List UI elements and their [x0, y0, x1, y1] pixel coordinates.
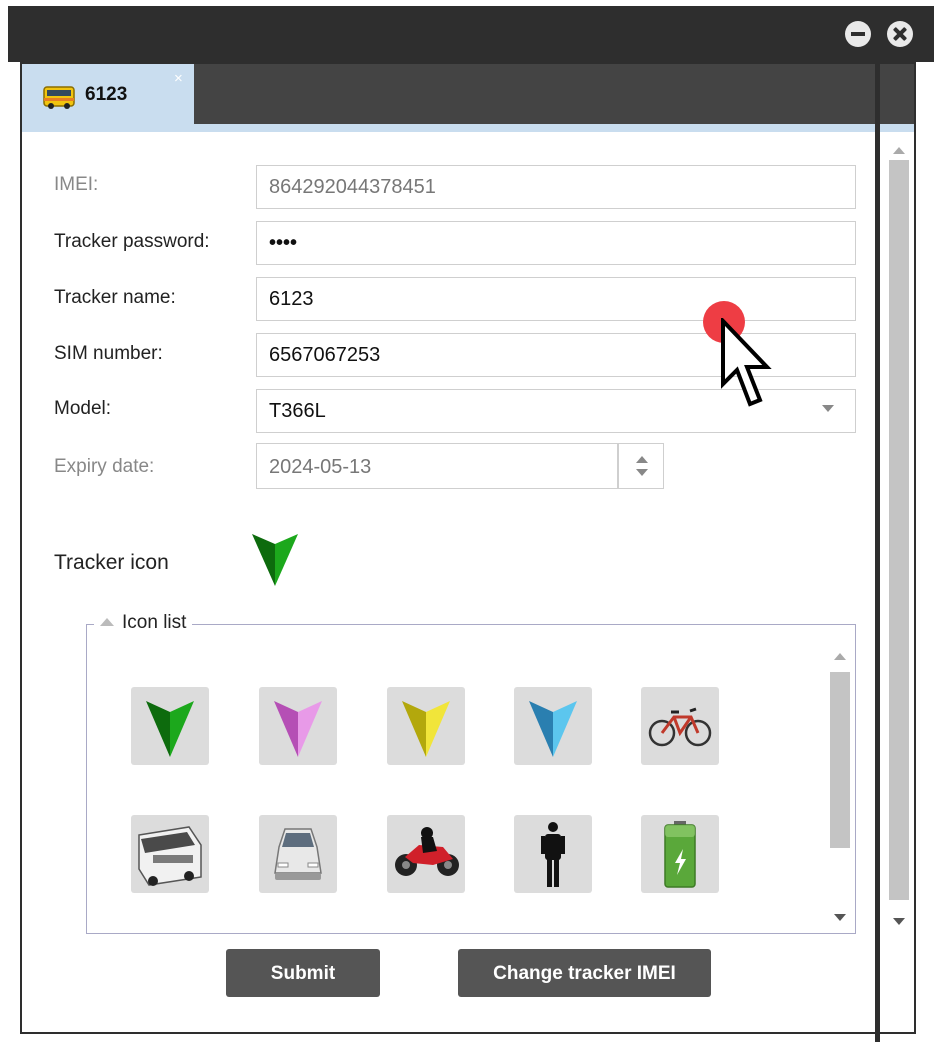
icon-list-scrollbar[interactable] — [826, 645, 854, 930]
form-scrollbar[interactable] — [886, 138, 912, 936]
sim-number-label: SIM number: — [54, 343, 163, 364]
bicycle-icon — [648, 707, 712, 747]
scroll-up-icon[interactable] — [893, 147, 905, 154]
icon-list-legend[interactable]: Icon list — [94, 612, 193, 634]
bus-icon — [43, 86, 75, 109]
tracker-name-field[interactable] — [256, 277, 856, 321]
minimize-icon[interactable] — [845, 21, 871, 47]
change-tracker-imei-button[interactable]: Change tracker IMEI — [458, 949, 711, 997]
chevron-down-icon[interactable] — [822, 405, 834, 412]
green-arrow-icon — [146, 701, 194, 757]
imei-label: IMEI: — [54, 174, 99, 195]
icon-option-car[interactable] — [259, 815, 337, 893]
car-icon — [274, 828, 322, 880]
tracker-password-field[interactable]: •••• — [256, 221, 856, 265]
yellow-arrow-icon — [402, 701, 450, 757]
icon-list-title: Icon list — [122, 612, 187, 633]
tab-close-icon[interactable]: × — [174, 70, 183, 87]
tab-tracker[interactable]: 6123 × — [22, 64, 194, 124]
tab-label: 6123 — [85, 84, 128, 105]
tracker-password-label: Tracker password: — [54, 231, 210, 252]
submit-button[interactable]: Submit — [226, 949, 380, 997]
icon-option-green-arrow[interactable] — [131, 687, 209, 765]
icon-option-motorcycle[interactable] — [387, 815, 465, 893]
green-arrow-icon — [252, 534, 298, 586]
scrollbar-thumb[interactable] — [889, 160, 909, 900]
expiry-date-field[interactable]: 2024-05-13 — [256, 443, 618, 489]
person-icon — [541, 822, 565, 887]
icon-option-bus[interactable] — [131, 815, 209, 893]
tracker-icon-label: Tracker icon — [54, 551, 169, 574]
bus-icon — [138, 826, 202, 886]
battery-icon — [664, 821, 696, 888]
window-title-bar — [8, 6, 934, 62]
scroll-down-icon[interactable] — [893, 918, 905, 925]
tracker-name-label: Tracker name: — [54, 287, 176, 308]
scroll-down-icon[interactable] — [834, 914, 846, 921]
icon-option-bicycle[interactable] — [641, 687, 719, 765]
icon-option-battery[interactable] — [641, 815, 719, 893]
model-label: Model: — [54, 398, 112, 419]
icon-option-blue-arrow[interactable] — [514, 687, 592, 765]
splitter[interactable] — [875, 62, 880, 1042]
icon-option-yellow-arrow[interactable] — [387, 687, 465, 765]
spin-up-icon[interactable] — [636, 456, 648, 463]
scroll-up-icon[interactable] — [834, 653, 846, 660]
tab-content-border — [22, 124, 914, 132]
model-selected-value: T366L — [269, 400, 326, 422]
close-window-icon[interactable] — [887, 21, 913, 47]
icon-option-person[interactable] — [514, 815, 592, 893]
scrollbar-thumb[interactable] — [830, 672, 850, 848]
mouse-pointer-icon — [721, 318, 772, 407]
blue-arrow-icon — [529, 701, 577, 757]
expiry-date-label: Expiry date: — [54, 456, 155, 477]
collapse-icon[interactable] — [100, 618, 114, 626]
spin-down-icon[interactable] — [636, 469, 648, 476]
motorcycle-icon — [395, 827, 459, 876]
icon-option-pink-arrow[interactable] — [259, 687, 337, 765]
date-spinner[interactable] — [618, 443, 664, 489]
imei-field[interactable] — [256, 165, 856, 209]
pink-arrow-icon — [274, 701, 322, 757]
